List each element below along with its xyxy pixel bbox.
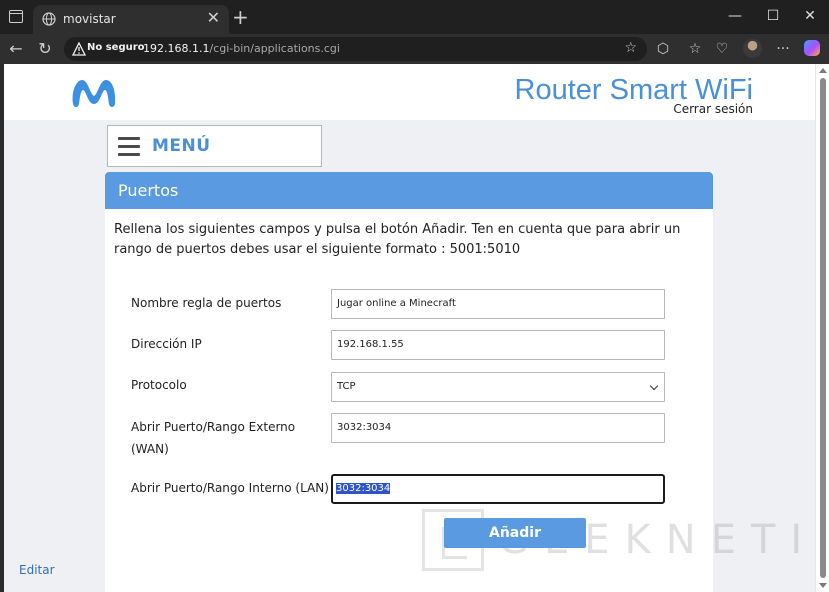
tab-title: movistar — [63, 12, 116, 26]
security-label[interactable]: No seguro — [87, 42, 145, 53]
extensions-icon[interactable]: ⬡ — [654, 40, 672, 58]
url-text[interactable]: 192.168.1.1/cgi-bin/applications.cgi — [143, 42, 340, 55]
browser-titlebar: movistar ✕ + — ☐ ✕ — [0, 0, 829, 34]
vertical-scrollbar[interactable] — [815, 64, 829, 592]
chevron-down-icon — [649, 381, 659, 391]
more-icon[interactable]: ··· — [774, 40, 792, 58]
internal-range-input[interactable]: 3032:3034 — [331, 474, 665, 504]
sidebar-toggle-icon[interactable] — [9, 10, 23, 23]
url-host: 192.168.1.1 — [143, 42, 210, 55]
address-bar[interactable]: No seguro 192.168.1.1/cgi-bin/applicatio… — [64, 37, 647, 61]
browser-tab[interactable]: movistar ✕ — [33, 5, 229, 34]
internal-range-value: 3032:3034 — [336, 483, 391, 494]
router-header: Router Smart WiFi Cerrar sesión — [4, 64, 815, 120]
reload-icon[interactable]: ↻ — [35, 39, 55, 59]
browser-toolbar: ← ↻ No seguro 192.168.1.1/cgi-bin/applic… — [0, 34, 829, 64]
logout-link[interactable]: Cerrar sesión — [673, 102, 753, 116]
panel-header: Puertos — [105, 172, 713, 209]
edit-link[interactable]: Editar — [19, 563, 55, 577]
protocol-label: Protocolo — [131, 378, 187, 392]
copilot-icon[interactable] — [804, 40, 820, 56]
close-tab-icon[interactable]: ✕ — [207, 9, 220, 27]
new-tab-button[interactable]: + — [232, 6, 249, 28]
favorites-icon[interactable]: ☆ — [686, 40, 704, 58]
external-range-label: Abrir Puerto/Rango Externo — [131, 420, 296, 434]
rule-name-input[interactable]: Jugar online a Minecraft — [331, 289, 665, 319]
star-icon[interactable]: ☆ — [624, 40, 637, 56]
ip-address-input[interactable]: 192.168.1.55 — [331, 330, 665, 360]
menu-label: MENÚ — [152, 136, 211, 156]
minimize-icon[interactable]: — — [725, 7, 745, 25]
warning-icon — [72, 42, 86, 56]
web-page: Router Smart WiFi Cerrar sesión MENÚ Pue… — [4, 64, 815, 592]
intro-text: Rellena los siguientes campos y pulsa el… — [114, 222, 681, 257]
movistar-logo — [72, 80, 116, 107]
panel-title: Puertos — [118, 181, 179, 200]
ip-address-label: Dirección IP — [131, 337, 202, 351]
rule-name-label: Nombre regla de puertos — [131, 296, 282, 310]
protocol-value: TCP — [337, 381, 356, 392]
close-icon[interactable]: ✕ — [800, 7, 820, 25]
menu-button[interactable]: MENÚ — [107, 125, 322, 167]
protocol-select[interactable]: TCP — [331, 372, 665, 402]
profile-avatar[interactable] — [743, 39, 762, 58]
hamburger-icon — [118, 137, 140, 157]
globe-icon — [42, 12, 56, 26]
health-icon[interactable]: ♡ — [713, 40, 731, 58]
external-range-input[interactable]: 3032:3034 — [331, 413, 665, 443]
add-button[interactable]: Añadir — [444, 518, 586, 548]
maximize-icon[interactable]: ☐ — [763, 7, 783, 25]
external-range-label-wan: (WAN) — [131, 442, 169, 456]
scroll-thumb[interactable] — [820, 78, 826, 578]
scroll-down-arrow-icon[interactable] — [819, 583, 827, 588]
url-path: /cgi-bin/applications.cgi — [209, 42, 340, 55]
scroll-up-arrow-icon[interactable] — [819, 68, 827, 73]
back-icon[interactable]: ← — [6, 39, 26, 59]
internal-range-label: Abrir Puerto/Rango Interno (LAN) — [131, 481, 329, 495]
